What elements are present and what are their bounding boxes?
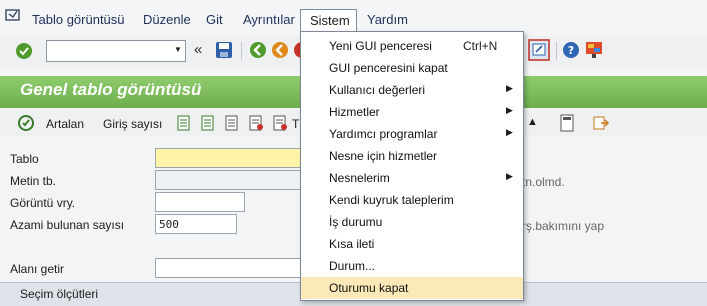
help-icon[interactable]: ? [562, 41, 580, 59]
dropdown-item-label: Nesne için hizmetler [329, 149, 438, 163]
list-icon[interactable] [224, 115, 240, 131]
goruntu-field[interactable] [155, 192, 245, 212]
dropdown-item-label: Oturumu kapat [329, 281, 409, 295]
export-icon[interactable] [592, 114, 610, 132]
alani-label: Alanı getir [10, 262, 65, 276]
enter-check-icon[interactable] [15, 42, 33, 60]
back-icon[interactable] [249, 41, 267, 59]
truncated-label: T [292, 117, 300, 131]
alani-field[interactable] [155, 258, 307, 278]
create-session-icon[interactable] [528, 39, 550, 61]
dropdown-item-label: Kendi kuyruk taleplerim [329, 193, 454, 207]
list-icon[interactable] [248, 115, 264, 131]
giris-sayisi-button[interactable]: Giriş sayısı [103, 117, 162, 131]
dropdown-item[interactable]: Kısa ileti [301, 233, 523, 255]
toolbar-separator [556, 42, 557, 60]
dropdown-item-label: Hizmetler [329, 105, 380, 119]
submenu-arrow-icon: ▶ [506, 83, 513, 93]
dropdown-item-label: Kısa ileti [329, 237, 375, 251]
menu-yardim[interactable]: Yardım [367, 12, 408, 27]
dropdown-item-label: Kullanıcı değerleri [329, 83, 426, 97]
dropdown-item[interactable]: Durum... [301, 255, 523, 277]
double-chevron-left-icon[interactable]: « [194, 41, 202, 58]
dropdown-item[interactable]: Nesnelerim ▶ [301, 167, 523, 189]
save-icon[interactable] [215, 41, 233, 59]
menu-tablo-goruntusu[interactable]: Tablo görüntüsü [32, 12, 125, 27]
right-info-text: rş.bakımını yap [522, 219, 605, 233]
customize-layout-icon[interactable] [584, 40, 604, 60]
azami-value: 500 [159, 218, 179, 231]
page-title: Genel tablo görüntüsü [20, 80, 202, 99]
sistem-dropdown: Yeni GUI penceresi Ctrl+N GUI penceresini … [300, 31, 524, 301]
chevron-down-icon[interactable]: ▼ [174, 45, 182, 54]
menu-duzenle[interactable]: Düzenle [143, 12, 191, 27]
toolbar-separator [241, 42, 242, 60]
goruntu-label: Görüntü vry. [10, 196, 76, 210]
dropdown-item-label: Yeni GUI penceresi [329, 39, 432, 53]
submenu-arrow-icon: ▶ [506, 171, 513, 181]
list-icon[interactable] [176, 115, 192, 131]
dropdown-item[interactable]: Oturumu kapat [301, 277, 523, 299]
calculator-icon[interactable] [558, 114, 576, 132]
exit-icon[interactable] [271, 41, 289, 59]
list-icon[interactable] [272, 115, 288, 131]
dropdown-item-label: Yardımcı programlar [329, 127, 438, 141]
triangle-up-icon[interactable]: ▲ [527, 116, 538, 128]
dropdown-item[interactable]: GUI penceresini kapat [301, 57, 523, 79]
dropdown-item-label: Nesnelerim [329, 171, 390, 185]
menu-ayrintilar[interactable]: Ayrıntılar [243, 12, 295, 27]
dropdown-item[interactable]: Kullanıcı değerleri ▶ [301, 79, 523, 101]
dropdown-item[interactable]: Yardımcı programlar ▶ [301, 123, 523, 145]
dropdown-item-label: Durum... [329, 259, 376, 273]
metin-field [155, 170, 307, 190]
dropdown-item[interactable]: Yeni GUI penceresi Ctrl+N [301, 35, 523, 57]
command-field[interactable]: ▼ [46, 40, 186, 62]
tablo-label: Tablo [10, 152, 39, 166]
dropdown-item[interactable]: Nesne için hizmetler [301, 145, 523, 167]
menu-icon[interactable] [5, 8, 21, 22]
menu-sistem-label: Sistem [310, 13, 350, 28]
execute-icon[interactable] [17, 114, 35, 132]
submenu-arrow-icon: ▶ [506, 127, 513, 137]
list-icon[interactable] [200, 115, 216, 131]
metin-label: Metin tb. [10, 174, 57, 188]
selection-criteria-label: Seçim ölçütleri [20, 287, 99, 301]
dropdown-item[interactable]: Kendi kuyruk taleplerim [301, 189, 523, 211]
artalan-button[interactable]: Artalan [46, 117, 84, 131]
dropdown-item-shortcut: Ctrl+N [463, 39, 498, 53]
submenu-arrow-icon: ▶ [506, 105, 513, 115]
dropdown-item[interactable]: Hizmetler ▶ [301, 101, 523, 123]
svg-text:?: ? [568, 44, 574, 57]
right-info-text: tn.olmd. [522, 175, 565, 189]
dropdown-item-label: İş durumu [329, 215, 383, 229]
dropdown-item[interactable]: İş durumu [301, 211, 523, 233]
menu-sistem[interactable]: Sistem [300, 9, 357, 33]
azami-field[interactable]: 500 [155, 214, 237, 234]
azami-label: Azami bulunan sayısı [10, 218, 125, 232]
menu-git[interactable]: Git [206, 12, 223, 27]
dropdown-item-label: GUI penceresini kapat [329, 61, 448, 75]
tablo-field[interactable] [155, 148, 307, 168]
